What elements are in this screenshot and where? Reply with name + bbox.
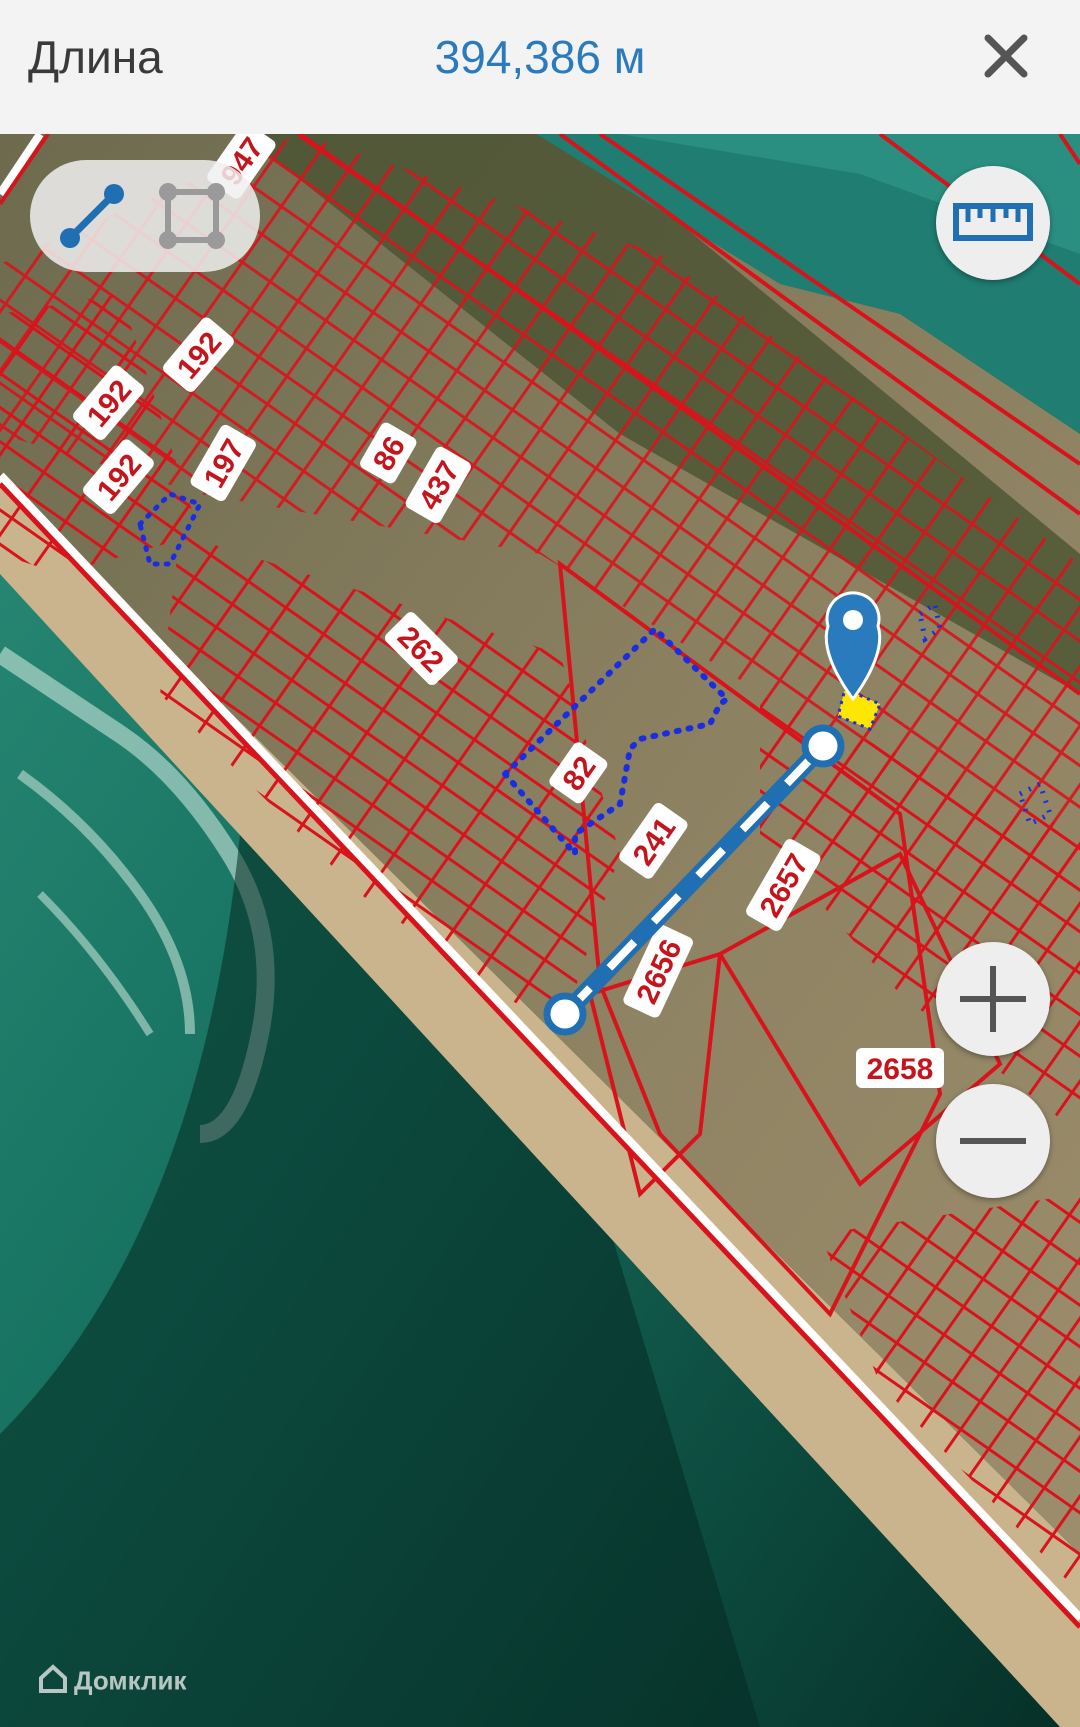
watermark-text: Домклик — [74, 1665, 187, 1696]
measure-mode-switch — [30, 160, 260, 272]
watermark: Домклик — [38, 1664, 186, 1701]
plus-icon — [960, 966, 1026, 1032]
measure-value: 394,386 м — [434, 31, 646, 83]
minus-icon — [960, 1138, 1026, 1144]
zoom-out-button[interactable] — [936, 1084, 1050, 1198]
domclick-logo-icon — [38, 1664, 68, 1701]
measure-end-point[interactable] — [801, 724, 845, 768]
parcel-label-text: 2658 — [867, 1053, 934, 1086]
zoom-in-button[interactable] — [936, 942, 1050, 1056]
satellite-map[interactable]: 947 192 192 197 86 437 192 262 82 241 2657 2656 2658 — [0, 134, 1080, 1727]
measure-start-point[interactable] — [543, 992, 587, 1036]
ruler-button[interactable] — [936, 166, 1050, 280]
measure-title: Длина — [28, 31, 163, 83]
parcel-label: 2658 — [856, 1048, 944, 1088]
measure-header: Длина 394,386 м — [0, 0, 1080, 134]
close-icon[interactable] — [974, 24, 1038, 88]
area-measure-icon[interactable] — [152, 176, 232, 256]
ruler-icon — [953, 203, 1033, 241]
line-measure-icon[interactable] — [52, 176, 132, 256]
